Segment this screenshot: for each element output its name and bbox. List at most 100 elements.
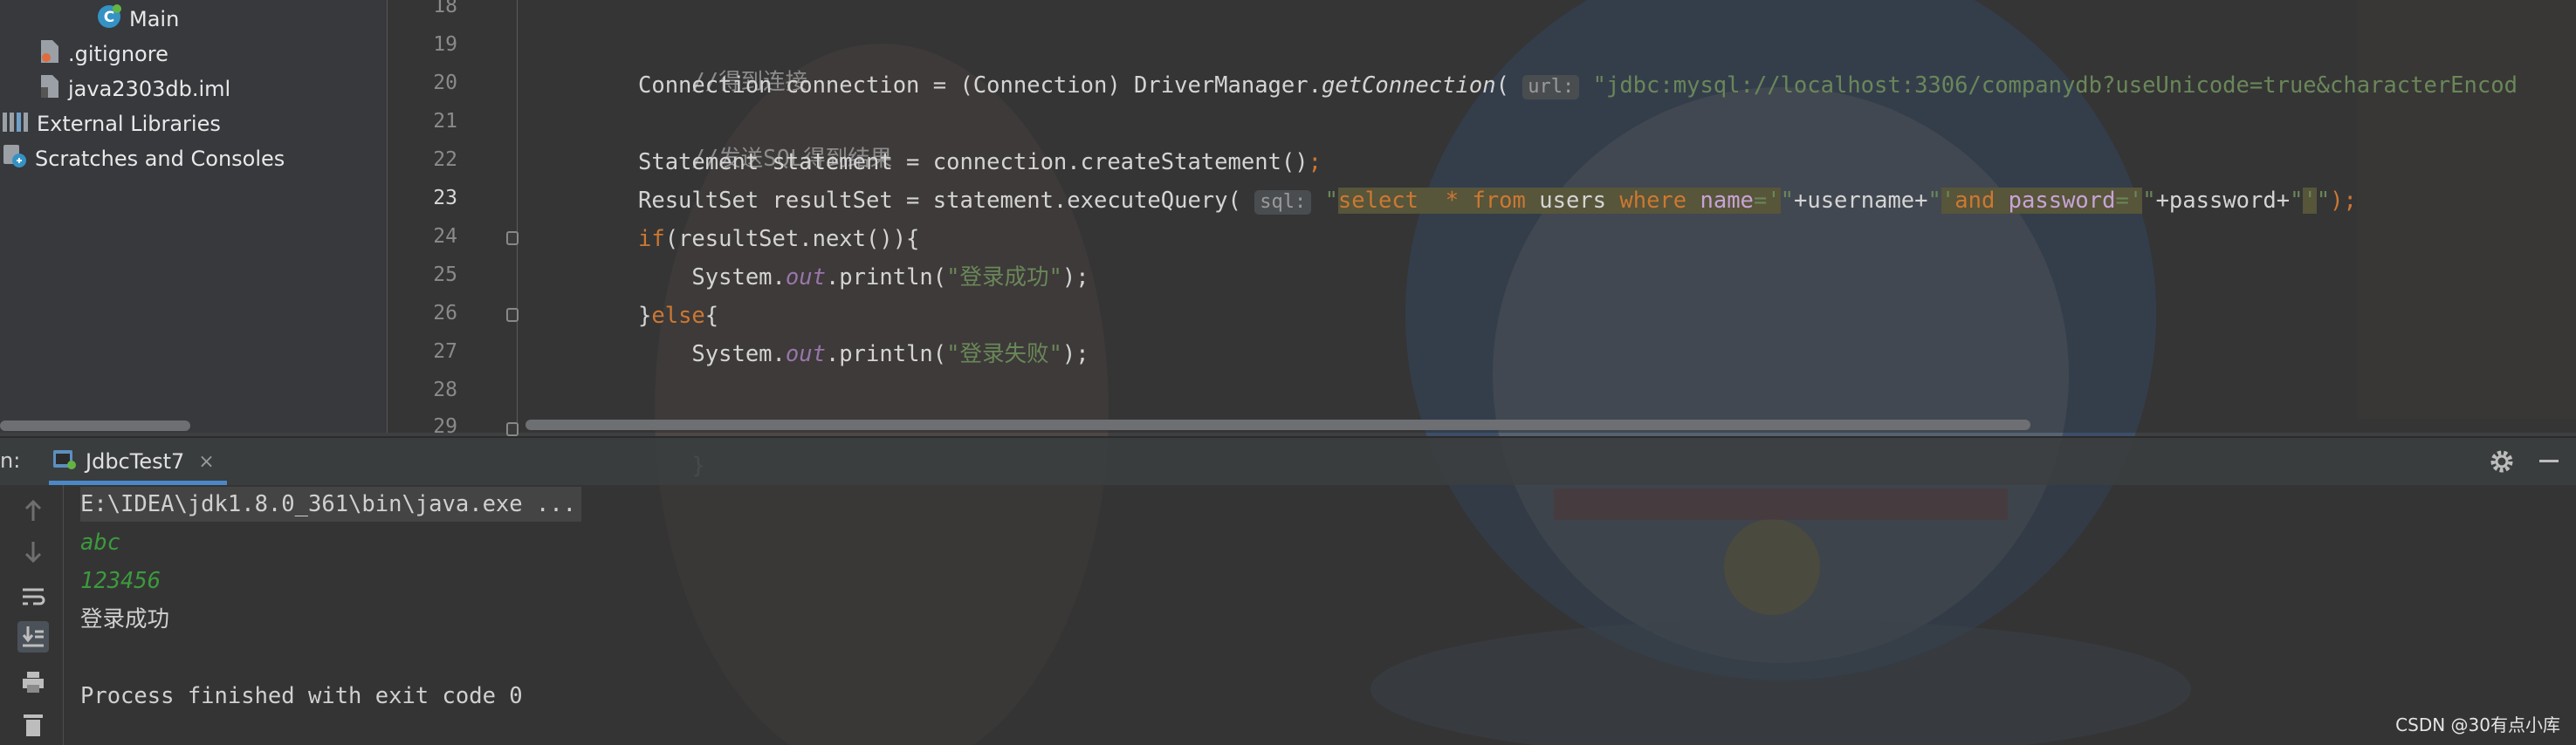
code-line-20: Connection connection = (Connection) Dri… — [638, 68, 2518, 103]
tree-item-label: Main — [129, 7, 180, 31]
tree-item-scratches[interactable]: Scratches and Consoles — [2, 141, 285, 176]
sql-keyword: select — [1337, 188, 1419, 214]
code-editor[interactable]: 18 19 20 21 22 23 24 25 26 27 28 29 //得到… — [387, 0, 2576, 479]
static-field: out — [785, 341, 826, 367]
sql-token: * — [1419, 188, 1473, 214]
line-number: 18 — [433, 0, 457, 17]
tree-item-label: .gitignore — [68, 42, 168, 66]
console-user-input: abc — [80, 530, 121, 556]
tab-jdbctest7[interactable]: JdbcTest7 × — [49, 438, 227, 485]
string-literal: "登录成功" — [946, 264, 1062, 290]
soft-wrap-icon[interactable] — [17, 581, 49, 612]
tree-item-label: External Libraries — [37, 112, 221, 136]
trash-icon[interactable] — [17, 708, 49, 740]
run-config-icon — [52, 448, 77, 475]
method-token: getConnection — [1321, 72, 1496, 99]
java-class-icon: C — [96, 3, 122, 35]
line-number: 19 — [433, 33, 457, 56]
code-token: Statement statement = connection.createS… — [638, 149, 1309, 175]
scroll-to-end-icon[interactable] — [17, 621, 49, 653]
line-number: 29 — [433, 415, 457, 438]
code-token: .println( — [825, 264, 947, 290]
line-number: 28 — [433, 379, 457, 401]
down-arrow-icon[interactable] — [17, 536, 49, 567]
sql-keyword: and — [1954, 188, 1996, 214]
code-line-26: }else{ — [638, 298, 718, 333]
run-label: n: — [0, 448, 21, 473]
scratches-icon — [2, 143, 28, 174]
code-token: ( — [1495, 72, 1509, 99]
code-token: } — [638, 303, 652, 329]
project-tree-panel: C Main .gitignore java2303db.iml Externa… — [0, 0, 387, 433]
string-quote: " — [1927, 188, 1941, 214]
libraries-icon — [2, 109, 30, 139]
gitignore-file-icon — [38, 38, 61, 70]
line-number-current: 23 — [433, 187, 457, 209]
close-tab-icon[interactable]: × — [198, 451, 214, 473]
svg-text:C: C — [104, 9, 114, 26]
console-output: 登录成功 — [80, 606, 170, 632]
code-token: Connection connection = (Connection) Dri… — [638, 72, 1322, 99]
editor-gutter: 18 19 20 21 22 23 24 25 26 27 28 29 — [388, 0, 517, 438]
sql-fragment: 'and password=' — [1941, 188, 2143, 214]
editor-horizontal-scrollbar[interactable] — [526, 420, 2030, 430]
code-line-27: System.out.println("登录失败"); — [638, 337, 1089, 372]
code-token: System. — [638, 341, 786, 367]
sql-keyword: from — [1472, 188, 1526, 214]
run-header: n: JdbcTest7 × — [0, 436, 2576, 485]
string-quote: " — [2290, 188, 2304, 214]
string-quote: " — [1324, 188, 1338, 214]
param-hint-url: url: — [1522, 75, 1580, 99]
tree-item-main[interactable]: C Main — [96, 2, 179, 37]
code-token: ); — [1061, 341, 1089, 367]
minimize-icon[interactable] — [2539, 460, 2559, 462]
code-line-19: //得到连接 — [638, 30, 807, 95]
string-quote: " — [2316, 188, 2331, 214]
string-quote: " — [2142, 188, 2156, 214]
console-command-line: E:\IDEA\jdk1.8.0_361\bin\java.exe ... — [80, 487, 582, 522]
console-output: Process finished with exit code 0 — [80, 683, 523, 709]
tree-item-label: Scratches and Consoles — [35, 147, 285, 171]
fold-marker-icon[interactable] — [506, 308, 519, 322]
gear-icon[interactable] — [2489, 448, 2515, 478]
line-number: 27 — [433, 340, 457, 363]
code-token: ); — [2330, 188, 2357, 214]
code-token: (resultSet.next()){ — [664, 226, 920, 252]
tab-active-indicator — [49, 481, 227, 485]
tree-item-gitignore[interactable]: .gitignore — [38, 37, 168, 72]
sql-keyword: where — [1619, 188, 1687, 214]
line-number: 26 — [433, 302, 457, 325]
code-token: +password+ — [2155, 188, 2291, 214]
code-line-23: ResultSet resultSet = statement.executeQ… — [638, 183, 2357, 218]
tree-item-iml[interactable]: java2303db.iml — [38, 72, 230, 106]
tab-label: JdbcTest7 — [86, 449, 185, 474]
keyword: if — [638, 226, 665, 252]
code-token: +username+ — [1793, 188, 1928, 214]
code-line-24: if(resultSet.next()){ — [638, 222, 919, 256]
code-line-21: //发送SQL得到结果 — [638, 106, 892, 172]
iml-file-icon — [38, 73, 61, 105]
code-line-25: System.out.println("登录成功"); — [638, 260, 1089, 295]
fold-guide — [517, 0, 518, 433]
code-token: .println( — [825, 341, 947, 367]
line-number: 22 — [433, 148, 457, 171]
run-toolbar — [0, 485, 63, 745]
sql-fragment: select * from users where name=' — [1337, 188, 1781, 214]
sql-token: =' — [2115, 188, 2143, 214]
code-token: System. — [638, 264, 786, 290]
sql-token: ' — [2303, 188, 2317, 214]
param-hint-sql: sql: — [1254, 190, 1312, 215]
code-token: ResultSet resultSet = statement.executeQ… — [638, 188, 1241, 214]
console-user-input: 123456 — [80, 568, 161, 594]
fold-marker-icon[interactable] — [506, 422, 519, 436]
project-tree-scrollbar[interactable] — [0, 420, 190, 431]
sql-token: ' — [1941, 188, 1955, 214]
line-number: 20 — [433, 72, 457, 94]
tree-item-external-libraries[interactable]: External Libraries — [2, 106, 221, 141]
fold-marker-icon[interactable] — [506, 231, 519, 245]
up-arrow-icon[interactable] — [17, 496, 49, 527]
keyword: else — [651, 303, 705, 329]
print-icon[interactable] — [17, 666, 49, 698]
